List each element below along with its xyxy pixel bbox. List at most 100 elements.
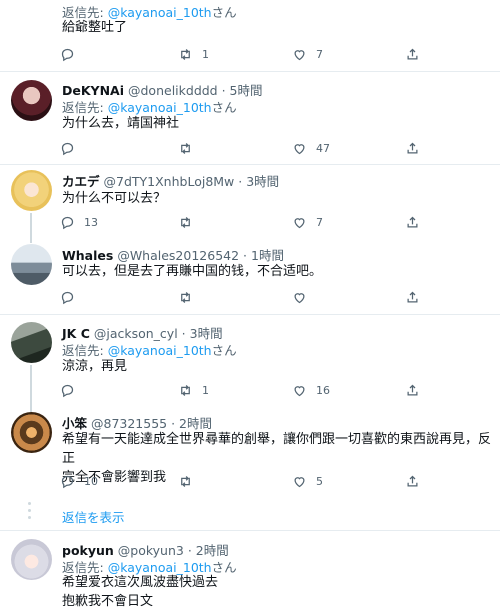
tweet-text-line: 希望爱衣這次風波盡快過去: [62, 575, 219, 590]
retweet-icon: [181, 291, 190, 303]
reply-handle-link[interactable]: @kayanoai_10th: [108, 100, 212, 115]
user-handle[interactable]: @87321555: [91, 416, 167, 431]
share-icon: [407, 291, 418, 302]
timestamp[interactable]: · 3時間: [182, 326, 223, 341]
avatar[interactable]: [11, 322, 52, 363]
thread-collapsed-dots: [27, 502, 33, 523]
avatar[interactable]: [11, 412, 52, 453]
retweet-icon: [181, 216, 190, 228]
share-button[interactable]: [405, 381, 420, 399]
timestamp[interactable]: · 2時間: [171, 416, 212, 431]
tweet-actions: 1 7: [60, 45, 440, 63]
like-button[interactable]: 7: [292, 213, 323, 231]
like-count: 5: [316, 474, 323, 488]
like-icon: [294, 292, 305, 303]
avatar[interactable]: [11, 80, 52, 121]
like-count: 16: [316, 383, 330, 397]
like-count: 7: [316, 47, 323, 61]
reply-icon: [61, 48, 74, 61]
avatar[interactable]: [11, 244, 52, 285]
share-icon: [407, 384, 418, 395]
like-icon: [294, 143, 305, 154]
like-icon: [294, 217, 305, 228]
reply-icon: [61, 216, 74, 229]
timestamp[interactable]: · 3時間: [238, 174, 279, 189]
reply-button[interactable]: [60, 381, 84, 399]
share-button[interactable]: [405, 213, 420, 231]
tweet-7[interactable]: pokyun @pokyun3 · 2時間 返信先: @kayanoai_10t…: [0, 531, 500, 613]
avatar[interactable]: [11, 170, 52, 211]
tweet-actions: 13 7: [60, 213, 440, 231]
like-button[interactable]: 16: [292, 381, 330, 399]
retweet-count: 1: [202, 47, 209, 61]
reply-thread: 返信先: @kayanoai_10thさん 給爺整吐了 1 7 DeKYNAi …: [0, 0, 500, 613]
retweet-button[interactable]: [178, 288, 202, 306]
tweet-text: 涼涼，再見: [62, 359, 128, 374]
share-button[interactable]: [405, 45, 420, 63]
retweet-button[interactable]: [178, 139, 202, 157]
tweet-6[interactable]: 小笨 @87321555 · 2時間 希望有一天能達成全世界尋華的創舉，讓你們跟…: [0, 406, 500, 531]
like-icon: [294, 385, 305, 396]
reply-count: 10: [84, 474, 98, 488]
share-button[interactable]: [405, 288, 420, 306]
user-handle[interactable]: @donelikdddd: [128, 83, 218, 98]
display-name[interactable]: Whales: [62, 248, 113, 263]
reply-suffix: さん: [211, 100, 237, 115]
tweet-5[interactable]: JK C @jackson_cyl · 3時間 返信先: @kayanoai_1…: [0, 315, 500, 413]
display-name[interactable]: JK C: [62, 326, 90, 341]
like-icon: [294, 476, 305, 487]
retweet-count: 1: [202, 383, 209, 397]
user-handle[interactable]: @Whales20126542: [117, 248, 239, 263]
like-count: 47: [316, 141, 330, 155]
show-replies-link[interactable]: 返信を表示: [62, 507, 125, 526]
reply-button[interactable]: 13: [60, 213, 98, 231]
tweet-actions: 47: [60, 139, 440, 157]
like-icon: [294, 49, 305, 60]
user-handle[interactable]: @7dTY1XnhbLoj8Mw: [104, 174, 235, 189]
retweet-button[interactable]: [178, 472, 202, 490]
display-name[interactable]: カエデ: [62, 174, 100, 189]
retweet-icon: [181, 384, 190, 396]
timestamp[interactable]: · 5時間: [222, 83, 263, 98]
share-button[interactable]: [405, 472, 420, 490]
reply-icon: [61, 142, 74, 155]
reply-count: 13: [84, 215, 98, 229]
tweet-2[interactable]: DeKYNAi @donelikdddd · 5時間 返信先: @kayanoa…: [0, 72, 500, 165]
like-button[interactable]: [292, 288, 316, 306]
display-name[interactable]: 小笨: [62, 416, 87, 431]
timestamp[interactable]: · 1時間: [243, 248, 284, 263]
retweet-icon: [181, 48, 190, 60]
retweet-button[interactable]: 1: [178, 45, 209, 63]
reply-prefix: 返信先:: [62, 100, 108, 115]
timestamp[interactable]: · 2時間: [188, 543, 229, 558]
reply-button[interactable]: [60, 288, 84, 306]
tweet-header: カエデ @7dTY1XnhbLoj8Mw · 3時間: [62, 171, 279, 190]
tweet-text-line: 希望有一天能達成全世界尋華的創舉，讓你們跟一切喜歡的東西說再見，反正: [62, 432, 492, 466]
display-name[interactable]: pokyun: [62, 543, 114, 558]
tweet-3[interactable]: カエデ @7dTY1XnhbLoj8Mw · 3時間 为什么不可以去？ 13 7: [0, 165, 500, 243]
tweet-4[interactable]: Whales @Whales20126542 · 1時間 可以去，但是去了再賺中…: [0, 237, 500, 315]
retweet-button[interactable]: 1: [178, 381, 209, 399]
tweet-1[interactable]: 返信先: @kayanoai_10thさん 給爺整吐了 1 7: [0, 0, 500, 72]
like-button[interactable]: 5: [292, 472, 323, 490]
share-icon: [407, 475, 418, 486]
avatar[interactable]: [11, 539, 52, 580]
retweet-button[interactable]: [178, 213, 202, 231]
reply-suffix: さん: [211, 343, 237, 358]
share-icon: [407, 142, 418, 153]
reply-button[interactable]: 10: [60, 472, 98, 490]
tweet-text: 为什么不可以去？: [62, 191, 167, 206]
tweet-actions: [60, 288, 440, 306]
tweet-text-line: 抱歉我不會日文: [62, 594, 154, 609]
reply-button[interactable]: [60, 139, 84, 157]
reply-handle-link[interactable]: @kayanoai_10th: [108, 343, 212, 358]
display-name[interactable]: DeKYNAi: [62, 83, 124, 98]
user-handle[interactable]: @pokyun3: [118, 543, 184, 558]
like-button[interactable]: 7: [292, 45, 323, 63]
share-button[interactable]: [405, 139, 420, 157]
reply-icon: [61, 475, 74, 488]
user-handle[interactable]: @jackson_cyl: [94, 326, 178, 341]
reply-button[interactable]: [60, 45, 84, 63]
like-button[interactable]: 47: [292, 139, 330, 157]
tweet-text: 給爺整吐了: [62, 20, 128, 35]
